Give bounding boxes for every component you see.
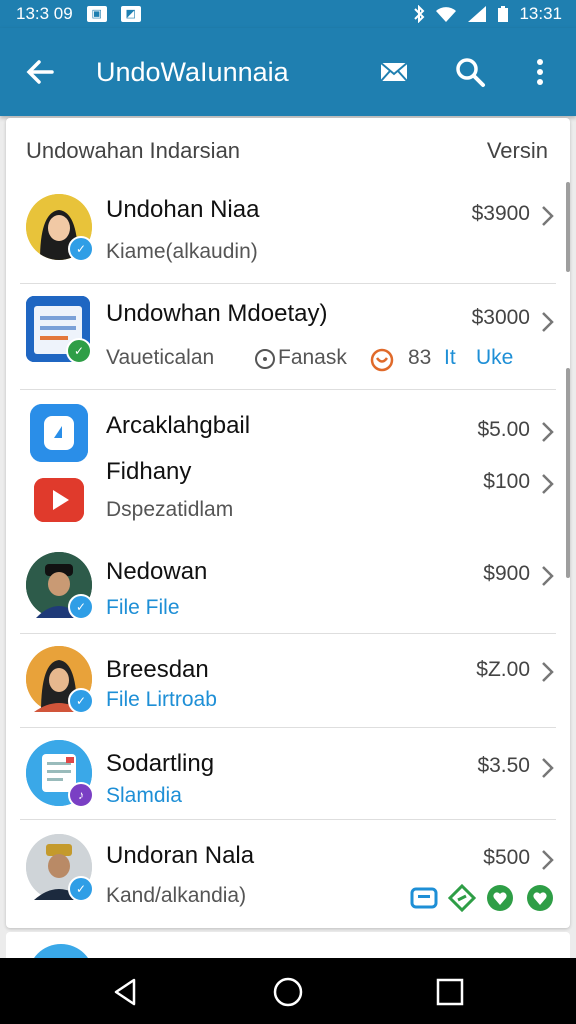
item-subtitle: Slamdia <box>106 784 182 807</box>
item-tag-it: It <box>444 346 456 369</box>
item-count: 83 <box>408 346 432 369</box>
verified-badge-icon: ✓ <box>68 688 94 714</box>
chevron-right-icon <box>542 566 554 586</box>
item-subtitle: Vaueticalan <box>106 346 215 369</box>
back-arrow-icon[interactable] <box>24 56 56 88</box>
item-name: Sodartling <box>106 750 215 777</box>
music-badge-icon: ♪ <box>68 782 94 808</box>
chevron-right-icon <box>542 662 554 682</box>
list-header-title: Undowahan Indarsian <box>26 138 241 163</box>
alarm-icon <box>370 348 394 372</box>
chevron-right-icon <box>542 758 554 778</box>
battery-icon <box>498 6 509 22</box>
avatar: ✓ <box>26 194 94 262</box>
status-time-left: 13:3 09 <box>16 4 73 23</box>
navigation-bar <box>0 958 576 1024</box>
image-notification-icon: ◩ <box>120 6 141 22</box>
wifi-icon <box>436 7 457 22</box>
back-nav-icon[interactable] <box>110 976 142 1008</box>
list-header-version: Versin <box>486 138 548 163</box>
video-app-icon <box>34 478 84 522</box>
app-bar: UndoWaIunnaia <box>0 28 576 116</box>
chevron-right-icon <box>542 312 554 332</box>
signal-icon <box>468 6 487 22</box>
item-subtitle: Kiame(alkaudin) <box>106 240 258 263</box>
home-nav-icon[interactable] <box>272 976 304 1008</box>
item-price: $900 <box>483 562 530 585</box>
item-price: $500 <box>483 846 530 869</box>
item-tag: Fanask <box>278 346 347 369</box>
like-icon[interactable] <box>526 884 554 912</box>
list-header: Undowahan Indarsian Versin <box>6 118 570 178</box>
item-subtitle: Dspezatidlam <box>106 498 234 521</box>
item-name: Breesdan <box>106 656 209 683</box>
mail-icon[interactable] <box>376 54 412 90</box>
item-name: Nedowan <box>106 558 208 585</box>
item-name: Undowhan Mdoetay) <box>106 300 328 327</box>
item-price: $3000 <box>471 306 530 329</box>
app-bar-title: UndoWaIunnaia <box>96 57 289 87</box>
status-time-right: 13:31 <box>519 4 562 23</box>
item-price: $Z.00 <box>476 658 530 681</box>
link-icon[interactable] <box>448 884 476 912</box>
list-item-group[interactable]: Arcaklahgbail $5.00 Fidhany Dspezatidlam… <box>6 390 570 534</box>
item-price: $3900 <box>471 202 530 225</box>
item-name: Arcaklahgbail <box>106 412 251 439</box>
avatar: ✓ <box>26 552 94 620</box>
more-options-icon[interactable] <box>522 54 558 90</box>
avatar: ✓ <box>26 834 94 902</box>
list-item[interactable]: ✓ Undoran Nala Kand/alkandia) $500 <box>6 820 570 928</box>
clock-icon <box>255 349 275 369</box>
chevron-right-icon <box>542 850 554 870</box>
bluetooth-icon <box>414 5 425 23</box>
heart-icon[interactable] <box>486 884 514 912</box>
item-price: $3.50 <box>477 754 530 777</box>
chevron-right-icon <box>542 206 554 226</box>
item-subtitle: File Lirtroab <box>106 688 217 711</box>
list-item[interactable]: ✓ Nedowan File File $900 <box>6 538 570 634</box>
item-subtitle: File File <box>106 596 180 619</box>
app-list-card: Undowahan Indarsian Versin ✓ Undohan Nia… <box>6 118 570 928</box>
item-price: $5.00 <box>477 418 530 441</box>
notification-icon: ▣ <box>86 6 107 22</box>
item-name: Undoran Nala <box>106 842 255 869</box>
list-item[interactable]: ✓ Undohan Niaa Kiame(alkaudin) $3900 <box>6 180 570 284</box>
verified-badge-icon: ✓ <box>68 236 94 262</box>
item-price: $100 <box>483 470 530 493</box>
item-subtitle: Kand/alkandia) <box>106 884 247 907</box>
app-icon: ✓ <box>26 296 92 364</box>
check-badge-icon: ✓ <box>66 338 92 364</box>
item-tag-uke: Uke <box>476 346 514 369</box>
list-item[interactable]: ✓ Undowhan Mdoetay) Vaueticalan Fanask 8… <box>6 284 570 390</box>
list-item[interactable]: ♪ Sodartling Slamdia $3.50 <box>6 728 570 820</box>
item-name: Fidhany <box>106 458 192 485</box>
chevron-right-icon <box>542 474 554 494</box>
search-icon[interactable] <box>452 54 488 90</box>
app-icon <box>30 404 88 462</box>
status-bar: 13:3 09 ▣ ◩ 13:31 <box>0 0 576 28</box>
item-name: Undohan Niaa <box>106 196 260 223</box>
chat-icon[interactable] <box>410 886 438 912</box>
verified-badge-icon: ✓ <box>68 876 94 902</box>
app-icon: ♪ <box>26 740 94 808</box>
verified-badge-icon: ✓ <box>68 594 94 620</box>
chevron-right-icon <box>542 422 554 442</box>
recents-nav-icon[interactable] <box>434 976 466 1008</box>
avatar: ✓ <box>26 646 94 714</box>
list-item[interactable]: ✓ Breesdan File Lirtroab $Z.00 <box>6 634 570 728</box>
